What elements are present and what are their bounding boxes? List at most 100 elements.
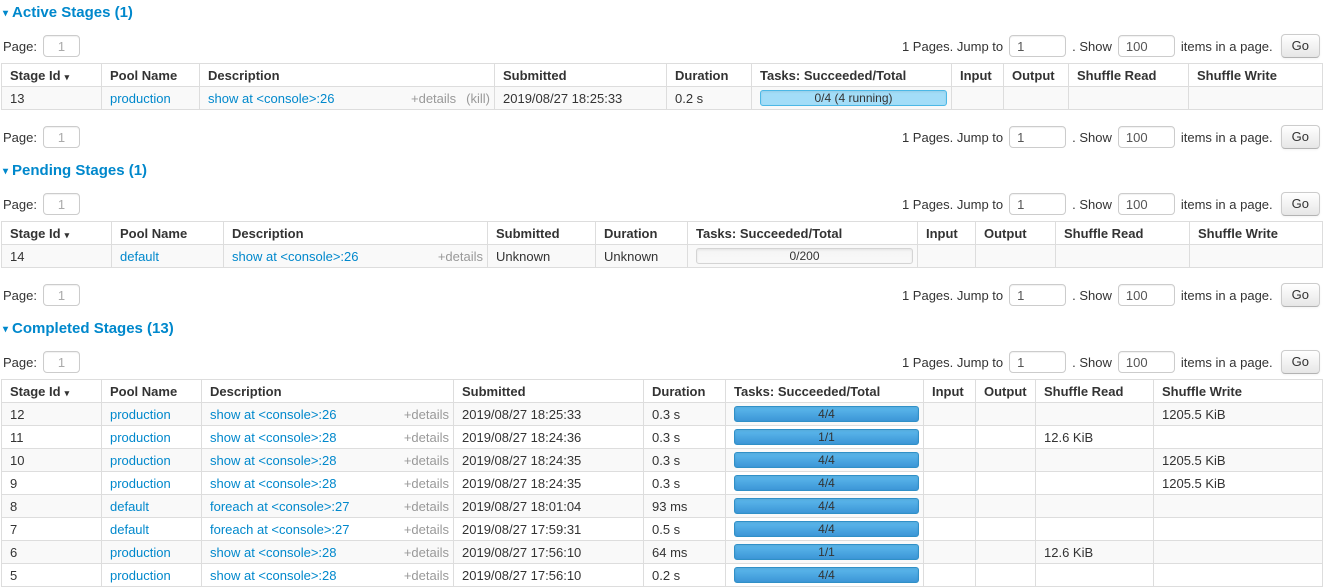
column-header-tasks[interactable]: Tasks: Succeeded/Total	[752, 64, 952, 87]
jump-to-input[interactable]	[1009, 351, 1066, 373]
page-input[interactable]	[43, 351, 80, 373]
description-link[interactable]: foreach at <console>:27	[210, 499, 350, 514]
pool-name-link[interactable]: production	[110, 476, 171, 491]
page-size-input[interactable]	[1118, 193, 1175, 215]
jump-to-input[interactable]	[1009, 284, 1066, 306]
page-input[interactable]	[43, 126, 80, 148]
column-header-stage-id[interactable]: Stage Id▾	[2, 380, 102, 403]
pool-name-link[interactable]: production	[110, 407, 171, 422]
description-link[interactable]: show at <console>:28	[210, 568, 336, 583]
page-input[interactable]	[43, 284, 80, 306]
column-header-stage-id[interactable]: Stage Id▾	[2, 64, 102, 87]
pool-name-cell: default	[102, 518, 202, 541]
go-button[interactable]: Go	[1281, 283, 1320, 307]
column-header-input[interactable]: Input	[952, 64, 1004, 87]
column-header-shuffle-read[interactable]: Shuffle Read	[1036, 380, 1154, 403]
description-link[interactable]: show at <console>:26	[208, 91, 334, 106]
jump-to-input[interactable]	[1009, 35, 1066, 57]
pool-name-link[interactable]: default	[110, 522, 149, 537]
pool-name-link[interactable]: production	[110, 568, 171, 583]
column-header-shuffle-read[interactable]: Shuffle Read	[1056, 222, 1190, 245]
column-header-output[interactable]: Output	[976, 380, 1036, 403]
pool-name-cell: production	[102, 472, 202, 495]
column-header-submitted[interactable]: Submitted	[454, 380, 644, 403]
description-link[interactable]: show at <console>:26	[232, 249, 358, 264]
pool-name-link[interactable]: production	[110, 545, 171, 560]
go-button[interactable]: Go	[1281, 350, 1320, 374]
pool-name-link[interactable]: default	[110, 499, 149, 514]
description-link[interactable]: show at <console>:28	[210, 430, 336, 445]
details-toggle[interactable]: +details	[411, 91, 456, 106]
input-cell	[924, 472, 976, 495]
column-header-pool-name[interactable]: Pool Name	[102, 380, 202, 403]
description-link[interactable]: foreach at <console>:27	[210, 522, 350, 537]
stage-row: 10productionshow at <console>:28+details…	[2, 449, 1323, 472]
pool-name-cell: production	[102, 426, 202, 449]
pool-name-link[interactable]: production	[110, 430, 171, 445]
column-header-pool-name[interactable]: Pool Name	[112, 222, 224, 245]
details-toggle[interactable]: +details	[404, 545, 449, 560]
jump-to-input[interactable]	[1009, 193, 1066, 215]
pool-name-link[interactable]: production	[110, 453, 171, 468]
column-header-description[interactable]: Description	[200, 64, 495, 87]
go-button[interactable]: Go	[1281, 125, 1320, 149]
column-header-submitted[interactable]: Submitted	[488, 222, 596, 245]
description-link[interactable]: show at <console>:28	[210, 545, 336, 560]
task-progress-label: 1/1	[735, 430, 918, 445]
tasks-cell: 0/200	[688, 245, 918, 268]
pagination-bar-top: Page:1 Pages. Jump to. Showitems in a pa…	[3, 191, 1320, 217]
column-header-shuffle-write[interactable]: Shuffle Write	[1190, 222, 1323, 245]
pool-name-link[interactable]: production	[110, 91, 171, 106]
column-header-tasks[interactable]: Tasks: Succeeded/Total	[726, 380, 924, 403]
details-toggle[interactable]: +details	[404, 568, 449, 583]
details-toggle[interactable]: +details	[404, 430, 449, 445]
column-header-duration[interactable]: Duration	[667, 64, 752, 87]
column-header-shuffle-write[interactable]: Shuffle Write	[1189, 64, 1323, 87]
details-toggle[interactable]: +details	[404, 407, 449, 422]
page-size-input[interactable]	[1118, 35, 1175, 57]
pool-name-link[interactable]: default	[120, 249, 159, 264]
submitted-cell: 2019/08/27 17:56:10	[454, 541, 644, 564]
active-stages-heading[interactable]: ▾Active Stages (1)	[3, 4, 1322, 22]
column-header-duration[interactable]: Duration	[596, 222, 688, 245]
column-header-description[interactable]: Description	[202, 380, 454, 403]
jump-to-input[interactable]	[1009, 126, 1066, 148]
page-size-input[interactable]	[1118, 351, 1175, 373]
page-size-input[interactable]	[1118, 126, 1175, 148]
description-link[interactable]: show at <console>:26	[210, 407, 336, 422]
description-cell: show at <console>:28 +details	[202, 564, 454, 587]
column-header-stage-id[interactable]: Stage Id▾	[2, 222, 112, 245]
column-header-input[interactable]: Input	[918, 222, 976, 245]
kill-link[interactable]: (kill)	[466, 91, 490, 106]
column-header-description[interactable]: Description	[224, 222, 488, 245]
column-header-tasks[interactable]: Tasks: Succeeded/Total	[688, 222, 918, 245]
completed-stages-heading[interactable]: ▾Completed Stages (13)	[3, 320, 1322, 338]
column-header-pool-name[interactable]: Pool Name	[102, 64, 200, 87]
task-progress-label: 4/4	[735, 407, 918, 422]
description-cell: show at <console>:28 +details	[202, 426, 454, 449]
page-input[interactable]	[43, 193, 80, 215]
go-button[interactable]: Go	[1281, 34, 1320, 58]
details-toggle[interactable]: +details	[438, 249, 483, 264]
collapse-arrow-icon: ▾	[3, 8, 8, 19]
column-header-input[interactable]: Input	[924, 380, 976, 403]
shuffle-read-cell	[1036, 449, 1154, 472]
pending-stages-heading[interactable]: ▾Pending Stages (1)	[3, 162, 1322, 180]
column-header-submitted[interactable]: Submitted	[495, 64, 667, 87]
column-header-duration[interactable]: Duration	[644, 380, 726, 403]
page-input[interactable]	[43, 35, 80, 57]
jump-controls-group: 1 Pages. Jump to. Showitems in a page.Go	[902, 34, 1320, 58]
page-size-input[interactable]	[1118, 284, 1175, 306]
shuffle-read-cell	[1036, 495, 1154, 518]
column-header-output[interactable]: Output	[1004, 64, 1069, 87]
column-header-output[interactable]: Output	[976, 222, 1056, 245]
details-toggle[interactable]: +details	[404, 476, 449, 491]
description-link[interactable]: show at <console>:28	[210, 476, 336, 491]
go-button[interactable]: Go	[1281, 192, 1320, 216]
details-toggle[interactable]: +details	[404, 499, 449, 514]
description-link[interactable]: show at <console>:28	[210, 453, 336, 468]
details-toggle[interactable]: +details	[404, 453, 449, 468]
column-header-shuffle-read[interactable]: Shuffle Read	[1069, 64, 1189, 87]
details-toggle[interactable]: +details	[404, 522, 449, 537]
column-header-shuffle-write[interactable]: Shuffle Write	[1154, 380, 1323, 403]
